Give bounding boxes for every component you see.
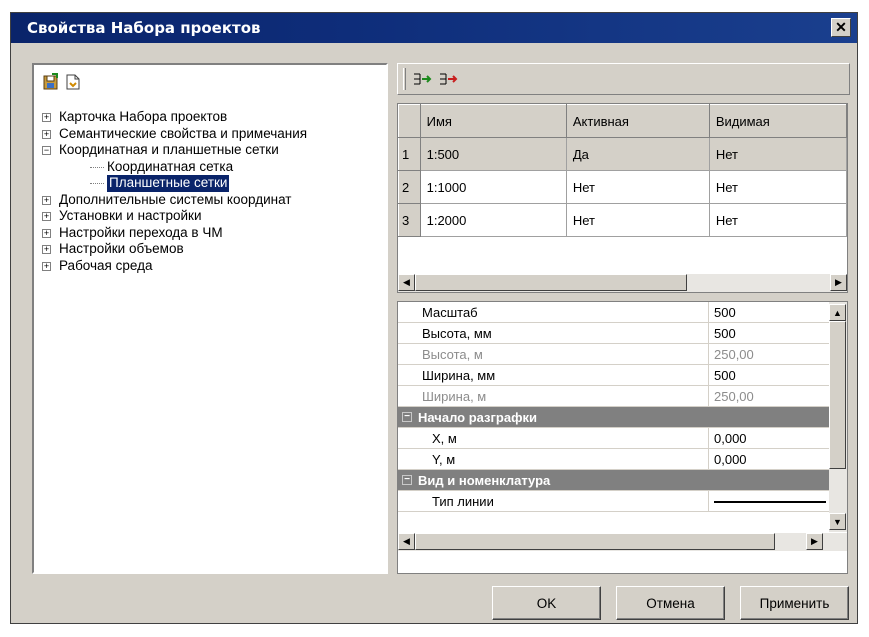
expand-icon[interactable]: + xyxy=(42,245,51,254)
expand-icon[interactable]: + xyxy=(42,113,51,122)
scroll-right-icon[interactable]: ▶ xyxy=(830,274,847,291)
row-header-corner xyxy=(398,104,421,138)
props-vertical-scrollbar[interactable]: ▲ ▼ xyxy=(829,302,847,532)
row-number[interactable]: 1 xyxy=(398,137,421,171)
property-row[interactable]: Y, м 0,000 xyxy=(398,449,829,470)
cell-active[interactable]: Нет xyxy=(566,203,710,237)
property-row[interactable]: Масштаб 500 xyxy=(398,302,829,323)
left-panel: + Карточка Набора проектов + Семантические… xyxy=(32,63,388,574)
table-row[interactable]: 3 1:2000 Нет Нет xyxy=(398,203,847,237)
close-button[interactable]: ✕ xyxy=(831,18,851,37)
load-icon[interactable] xyxy=(64,73,82,91)
properties-dialog: Свойства Набора проектов ✕ + Карточка Наб… xyxy=(10,12,858,624)
title-bar: Свойства Набора проектов ✕ xyxy=(11,13,857,43)
row-number[interactable]: 2 xyxy=(398,170,421,204)
scroll-left-icon[interactable]: ◀ xyxy=(398,533,415,550)
property-category[interactable]: − Вид и номенклатура xyxy=(398,470,829,491)
expand-icon[interactable]: + xyxy=(42,129,51,139)
cell-active[interactable]: Нет xyxy=(566,170,710,204)
cell-active[interactable]: Да xyxy=(566,137,710,171)
property-row-readonly: Ширина, м 250,00 xyxy=(398,386,829,407)
collapse-icon[interactable]: − xyxy=(402,412,412,422)
left-toolbar xyxy=(34,65,386,101)
expand-icon[interactable]: + xyxy=(42,228,51,238)
property-grid: Масштаб 500 Высота, мм 500 Высота, м 250,00… xyxy=(397,301,848,574)
cell-visible[interactable]: Нет xyxy=(709,170,847,204)
grids-table: Имя Активная Видимая 1 1:500 Да Нет 2 1:… xyxy=(397,103,848,293)
property-row[interactable]: Высота, мм 500 xyxy=(398,323,829,344)
apply-button[interactable]: Применить xyxy=(740,586,849,620)
scroll-down-icon[interactable]: ▼ xyxy=(829,513,846,530)
cell-visible[interactable]: Нет xyxy=(709,203,847,237)
cell-visible[interactable]: Нет xyxy=(709,137,847,171)
ok-button[interactable]: OK xyxy=(492,586,601,620)
property-row[interactable]: X, м 0,000 xyxy=(398,428,829,449)
props-horizontal-scrollbar[interactable]: ◀ ▶ xyxy=(398,533,847,551)
cell-name[interactable]: 1:1000 xyxy=(420,170,567,204)
scroll-thumb[interactable] xyxy=(829,321,846,469)
add-row-icon[interactable] xyxy=(412,71,432,89)
right-panel: Имя Активная Видимая 1 1:500 Да Нет 2 1:… xyxy=(397,63,850,574)
property-row[interactable]: Ширина, мм 500 xyxy=(398,365,829,386)
property-row-readonly: Высота, м 250,00 xyxy=(398,344,829,365)
collapse-icon[interactable]: − xyxy=(42,146,51,155)
toolbar-grip[interactable] xyxy=(403,68,406,90)
column-header-name[interactable]: Имя xyxy=(419,104,567,138)
grid-toolbar xyxy=(397,63,850,95)
column-header-visible[interactable]: Видимая xyxy=(708,104,847,138)
scroll-thumb[interactable] xyxy=(415,274,687,291)
scroll-left-icon[interactable]: ◀ xyxy=(398,274,415,291)
expand-icon[interactable]: + xyxy=(42,212,51,221)
grid-horizontal-scrollbar[interactable]: ◀ ▶ xyxy=(398,274,847,292)
property-row[interactable]: Тип линии xyxy=(398,491,829,512)
cancel-button[interactable]: Отмена xyxy=(616,586,725,620)
expand-icon[interactable]: + xyxy=(42,261,51,271)
scroll-up-icon[interactable]: ▲ xyxy=(829,304,846,321)
line-type-preview[interactable] xyxy=(714,501,826,503)
property-category[interactable]: − Начало разграфки xyxy=(398,407,829,428)
cell-name[interactable]: 1:500 xyxy=(420,137,567,171)
collapse-icon[interactable]: − xyxy=(402,475,412,485)
save-icon[interactable] xyxy=(42,73,60,91)
cell-name[interactable]: 1:2000 xyxy=(420,203,567,237)
expand-icon[interactable]: + xyxy=(42,195,51,205)
dialog-title: Свойства Набора проектов xyxy=(27,19,261,37)
close-icon: ✕ xyxy=(835,19,847,35)
scroll-right-icon[interactable]: ▶ xyxy=(806,533,823,550)
scroll-thumb[interactable] xyxy=(415,533,775,550)
row-number[interactable]: 3 xyxy=(398,203,421,237)
table-row[interactable]: 1 1:500 Да Нет xyxy=(398,137,847,171)
remove-row-icon[interactable] xyxy=(438,71,458,89)
column-header-active[interactable]: Активная xyxy=(565,104,710,138)
table-row[interactable]: 2 1:1000 Нет Нет xyxy=(398,170,847,204)
